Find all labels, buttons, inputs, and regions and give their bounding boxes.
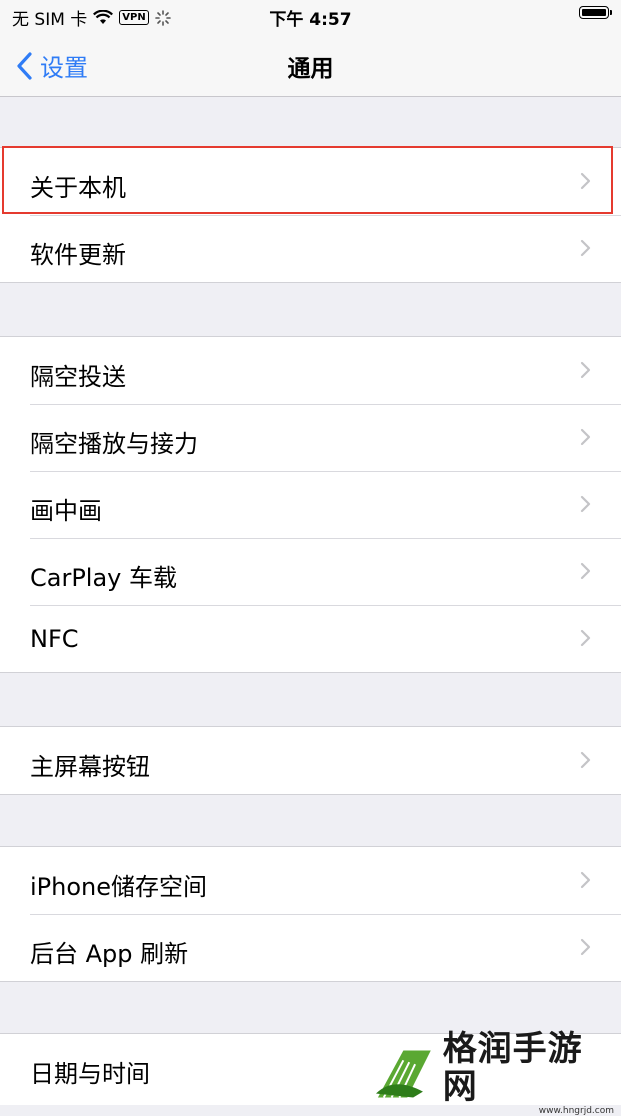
navigation-bar: 设置 通用 bbox=[0, 32, 621, 97]
page-title: 通用 bbox=[287, 56, 334, 82]
row-nfc[interactable]: NFC bbox=[0, 605, 621, 672]
settings-group-3: 主屏幕按钮 bbox=[0, 726, 621, 795]
chevron-right-icon bbox=[580, 562, 591, 580]
battery-icon bbox=[579, 6, 612, 19]
watermark-title: 格润手游网 bbox=[442, 1029, 583, 1107]
row-label: 日期与时间 bbox=[30, 1060, 150, 1088]
chevron-right-icon bbox=[580, 428, 591, 446]
settings-group-4: iPhone储存空间 后台 App 刷新 bbox=[0, 846, 621, 982]
watermark: 格润手游网 www.hngrjd.com bbox=[374, 1030, 614, 1116]
settings-group-1: 关于本机 软件更新 bbox=[0, 147, 621, 283]
row-iphone-storage[interactable]: iPhone储存空间 bbox=[0, 847, 621, 914]
row-carplay[interactable]: CarPlay 车载 bbox=[0, 538, 621, 605]
battery-area bbox=[579, 6, 612, 19]
watermark-url: www.hngrjd.com bbox=[538, 1106, 614, 1116]
chevron-right-icon bbox=[580, 871, 591, 889]
row-home-button[interactable]: 主屏幕按钮 bbox=[0, 727, 621, 794]
chevron-right-icon bbox=[580, 361, 591, 379]
row-label: 画中画 bbox=[30, 497, 102, 525]
row-software-update[interactable]: 软件更新 bbox=[0, 215, 621, 282]
row-background-app-refresh[interactable]: 后台 App 刷新 bbox=[0, 914, 621, 981]
row-about[interactable]: 关于本机 bbox=[0, 148, 621, 215]
chevron-right-icon bbox=[580, 751, 591, 769]
row-label: NFC bbox=[30, 625, 79, 653]
row-label: 后台 App 刷新 bbox=[30, 940, 189, 968]
leaf-logo-icon bbox=[375, 1050, 431, 1098]
status-time: 下午 4:57 bbox=[269, 10, 352, 30]
row-label: 隔空投送 bbox=[30, 363, 126, 391]
chevron-right-icon bbox=[580, 938, 591, 956]
chevron-right-icon bbox=[580, 172, 591, 190]
row-label: 关于本机 bbox=[30, 174, 126, 202]
row-label: 软件更新 bbox=[30, 241, 126, 269]
row-label: iPhone储存空间 bbox=[30, 873, 208, 901]
row-label: CarPlay 车载 bbox=[30, 564, 178, 592]
row-airdrop[interactable]: 隔空投送 bbox=[0, 337, 621, 404]
chevron-right-icon bbox=[580, 239, 591, 257]
chevron-right-icon bbox=[580, 495, 591, 513]
row-label: 主屏幕按钮 bbox=[30, 753, 150, 781]
chevron-right-icon bbox=[580, 629, 591, 647]
watermark-text: 格润手游网 www.hngrjd.com bbox=[443, 1030, 614, 1116]
settings-group-2: 隔空投送 隔空播放与接力 画中画 CarPlay 车载 NFC bbox=[0, 336, 621, 673]
row-airplay-handoff[interactable]: 隔空播放与接力 bbox=[0, 404, 621, 471]
row-picture-in-picture[interactable]: 画中画 bbox=[0, 471, 621, 538]
row-label: 隔空播放与接力 bbox=[30, 430, 198, 458]
status-bar: 无 SIM 卡 VPN 下午 4:57 bbox=[0, 0, 621, 32]
